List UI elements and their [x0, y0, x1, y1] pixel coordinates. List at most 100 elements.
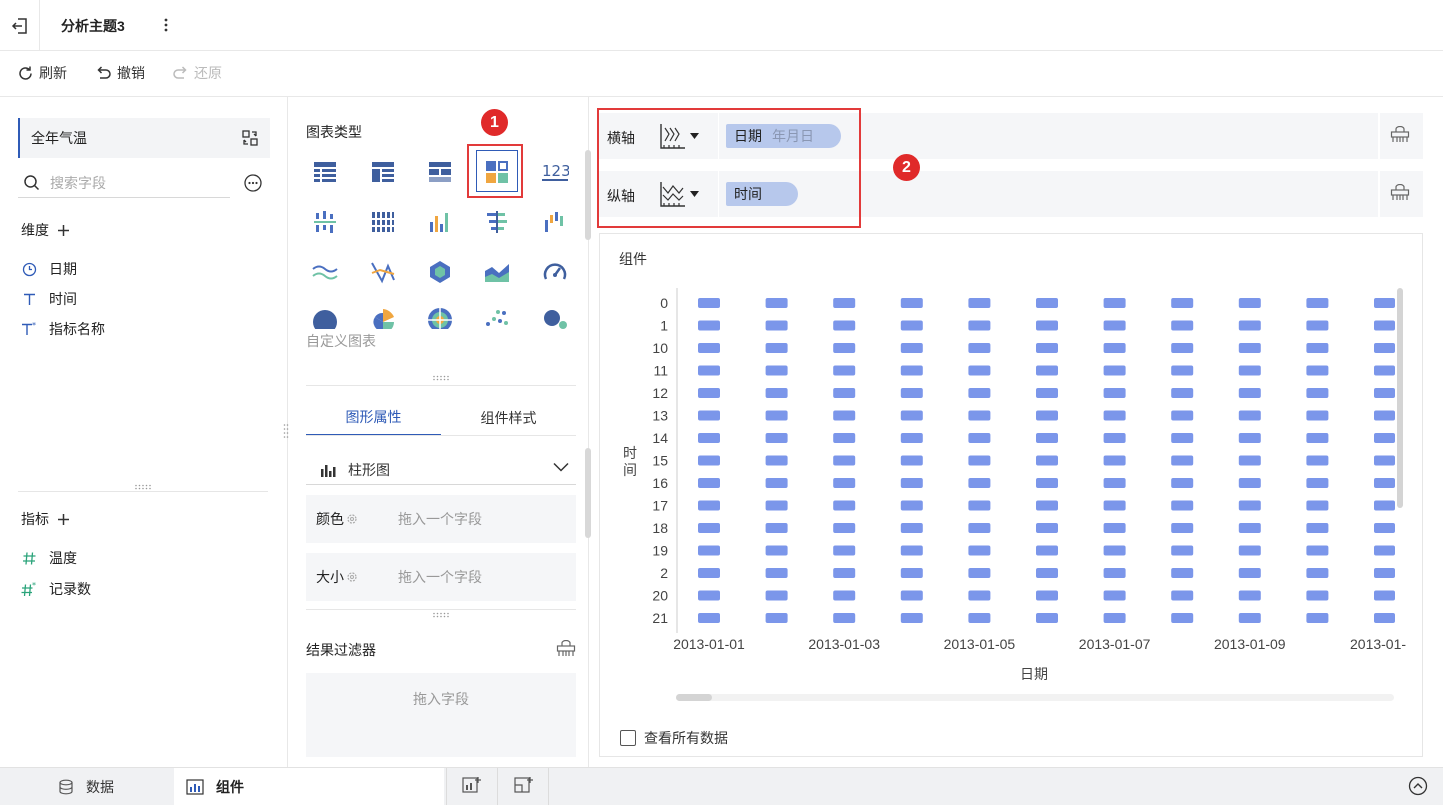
heatmap-cell[interactable] [1103, 298, 1126, 308]
redo-button[interactable]: 还原 [172, 62, 222, 84]
settings-gear-icon[interactable] [346, 571, 358, 583]
heatmap-cell[interactable] [765, 320, 788, 331]
heatmap-cell[interactable] [900, 320, 923, 331]
heatmap-cell[interactable] [698, 500, 720, 511]
heatmap-cell[interactable] [833, 613, 856, 623]
heatmap-cell[interactable] [1306, 343, 1329, 353]
view-all-data-toggle[interactable]: 查看所有数据 [620, 728, 728, 748]
chart-type-group-table[interactable] [368, 157, 398, 187]
heatmap-cell[interactable] [833, 500, 856, 511]
heatmap-cell[interactable] [1306, 365, 1329, 376]
heatmap-cell[interactable] [698, 388, 720, 398]
tab-widget-style[interactable]: 组件样式 [441, 400, 576, 436]
size-drop-zone[interactable]: 大小 拖入一个字段 [306, 553, 576, 601]
heatmap-cell[interactable] [1374, 365, 1395, 376]
heatmap-cell[interactable] [1238, 320, 1261, 331]
heatmap-cell[interactable] [1036, 410, 1058, 421]
heatmap-cell[interactable] [900, 523, 923, 533]
chart-horizontal-scroll-track[interactable] [676, 694, 1394, 701]
heatmap-cell[interactable] [765, 523, 788, 533]
heatmap-cell[interactable] [968, 433, 991, 443]
heatmap-cell[interactable] [1171, 433, 1194, 443]
heatmap-cell[interactable] [1374, 478, 1395, 488]
heatmap-cell[interactable] [900, 410, 923, 421]
heatmap-cell[interactable] [900, 478, 923, 488]
heatmap-cell[interactable] [1306, 545, 1329, 556]
heatmap-cell[interactable] [968, 523, 991, 533]
heatmap-cell[interactable] [765, 613, 788, 623]
collapse-bottom-button[interactable] [1408, 776, 1428, 796]
heatmap-cell[interactable] [1238, 613, 1261, 623]
chevron-down-icon[interactable] [553, 462, 569, 472]
heatmap-cell[interactable] [1036, 545, 1058, 556]
heatmap-cell[interactable] [1374, 545, 1395, 556]
heatmap-cell[interactable] [1036, 478, 1058, 488]
heatmap-cell[interactable] [1103, 590, 1126, 601]
heatmap-cell[interactable] [1103, 523, 1126, 533]
heatmap-cell[interactable] [900, 365, 923, 376]
chart-type-table[interactable] [310, 157, 340, 187]
heatmap-cell[interactable] [765, 500, 788, 511]
heatmap-cell[interactable] [698, 545, 720, 556]
heatmap-cell[interactable] [1306, 433, 1329, 443]
chart-type-cross-table[interactable] [425, 157, 455, 187]
heatmap-cell[interactable] [1306, 455, 1329, 466]
heatmap-cell[interactable] [1036, 590, 1058, 601]
chart-type-radar[interactable] [425, 257, 455, 287]
heatmap-cell[interactable] [1171, 343, 1194, 353]
heatmap-cell[interactable] [1036, 500, 1058, 511]
heatmap-cell[interactable] [1306, 523, 1329, 533]
exit-button[interactable] [0, 0, 40, 51]
view-all-checkbox[interactable] [620, 730, 636, 746]
heatmap-cell[interactable] [1306, 478, 1329, 488]
heatmap-cell[interactable] [1374, 500, 1395, 511]
chart-type-sunburst[interactable] [425, 307, 455, 329]
heatmap-cell[interactable] [1171, 568, 1194, 578]
filter-icon[interactable] [556, 640, 576, 658]
heatmap-cell[interactable] [833, 433, 856, 443]
heatmap-cell[interactable] [1306, 388, 1329, 398]
heatmap-cell[interactable] [698, 455, 720, 466]
heatmap-cell[interactable] [1103, 388, 1126, 398]
heatmap-cell[interactable] [698, 410, 720, 421]
heatmap-cell[interactable] [1036, 433, 1058, 443]
dimension-item-time[interactable]: 时间 [21, 289, 77, 309]
heatmap-cell[interactable] [1171, 500, 1194, 511]
heatmap-cell[interactable] [1103, 613, 1126, 623]
heatmap-cell[interactable] [765, 455, 788, 466]
dataset-selector[interactable]: 全年气温 [18, 118, 270, 158]
heatmap-cell[interactable] [765, 365, 788, 376]
heatmap-cell[interactable] [1374, 388, 1395, 398]
heatmap-cell[interactable] [1238, 478, 1261, 488]
heatmap-cell[interactable] [1103, 568, 1126, 578]
heatmap-cell[interactable] [1374, 523, 1395, 533]
settings-gear-icon[interactable] [346, 513, 358, 525]
chart-type-scrollbar[interactable] [585, 150, 591, 240]
heatmap-cell[interactable] [1374, 298, 1395, 308]
heatmap-cell[interactable] [1374, 343, 1395, 353]
chart-type-column[interactable] [425, 207, 455, 237]
heatmap-cell[interactable] [900, 433, 923, 443]
heatmap-cell[interactable] [968, 613, 991, 623]
heatmap-cell[interactable] [1103, 365, 1126, 376]
chart-type-rose[interactable] [368, 307, 398, 329]
heatmap-cell[interactable] [698, 365, 720, 376]
chart-type-gauge[interactable] [540, 257, 570, 287]
heatmap-cell[interactable] [765, 478, 788, 488]
heatmap-cell[interactable] [833, 523, 856, 533]
y-axis-filter-icon[interactable] [1390, 184, 1412, 204]
heatmap-cell[interactable] [900, 343, 923, 353]
left-splitter-handle[interactable] [134, 484, 152, 490]
dimension-item-metric-name[interactable]: * 指标名称 [21, 319, 105, 339]
heatmap-cell[interactable] [765, 590, 788, 601]
heatmap-cell[interactable] [1171, 590, 1194, 601]
heatmap-cell[interactable] [833, 365, 856, 376]
heatmap-cell[interactable] [833, 343, 856, 353]
heatmap-cell[interactable] [900, 613, 923, 623]
heatmap-cell[interactable] [833, 590, 856, 601]
heatmap-cell[interactable] [698, 523, 720, 533]
chart-type-cross-bar[interactable] [310, 207, 340, 237]
heatmap-cell[interactable] [1171, 613, 1194, 623]
x-axis-filter-icon[interactable] [1390, 126, 1412, 146]
heatmap-cell[interactable] [698, 298, 720, 308]
